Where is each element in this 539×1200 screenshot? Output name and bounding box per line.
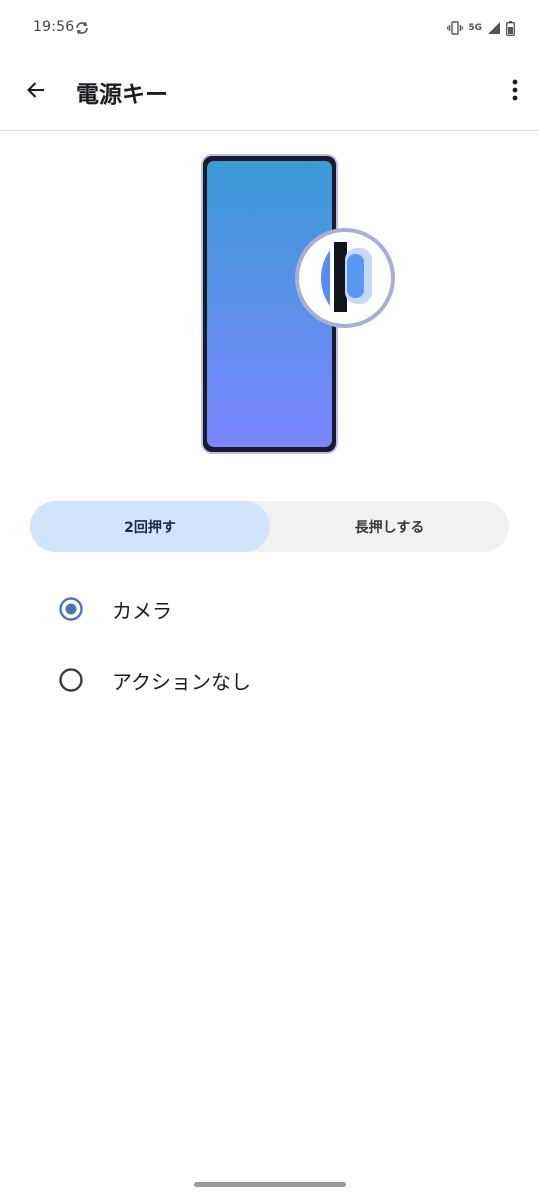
press-type-segmented-control: 2回押す 長押しする: [30, 501, 509, 552]
power-key-illustration: [195, 150, 405, 460]
tab-double-press[interactable]: 2回押す: [30, 501, 270, 552]
battery-icon: [506, 20, 515, 36]
gesture-nav-handle[interactable]: [194, 1182, 346, 1187]
signal-icon: [487, 21, 501, 35]
back-button[interactable]: [16, 72, 56, 112]
status-time: 19:56: [33, 19, 75, 35]
more-vert-icon: [512, 79, 518, 105]
option-label-no-action: アクションなし: [112, 669, 251, 694]
sync-icon: [74, 20, 90, 36]
radio-unselected-icon[interactable]: [58, 667, 84, 693]
page-title: 電源キー: [76, 82, 168, 108]
network-type-label: 5G: [468, 22, 482, 33]
status-bar: 19:56 5G: [0, 0, 539, 58]
back-arrow-icon: [24, 78, 48, 106]
more-options-button[interactable]: [503, 72, 527, 112]
option-label-camera: カメラ: [112, 598, 172, 623]
radio-selected-icon[interactable]: [58, 596, 84, 622]
option-camera[interactable]: カメラ: [0, 581, 539, 637]
option-no-action[interactable]: アクションなし: [0, 652, 539, 708]
tab-long-press[interactable]: 長押しする: [270, 501, 509, 552]
power-key: [347, 254, 364, 298]
status-icons: 5G: [447, 18, 515, 38]
app-bar: 電源キー: [0, 58, 539, 131]
vibrate-icon: [447, 21, 464, 35]
